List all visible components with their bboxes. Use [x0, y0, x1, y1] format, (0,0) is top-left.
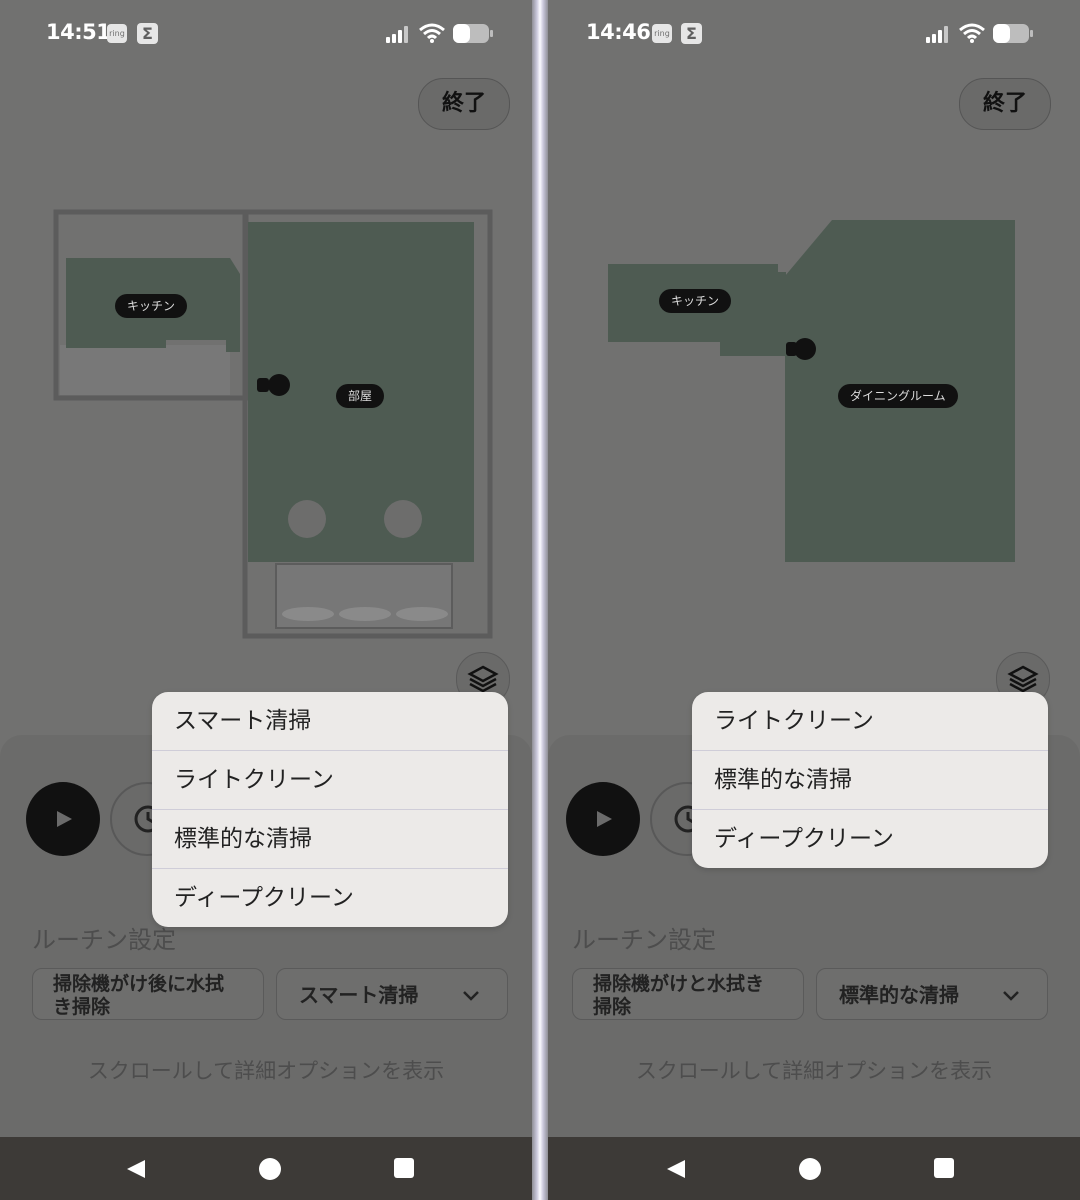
- dropdown-option-light[interactable]: ライトクリーン: [692, 692, 1048, 751]
- clean-mode-selector[interactable]: 掃除機がけと水拭き 掃除: [572, 968, 804, 1020]
- sigma-icon: Σ: [681, 23, 702, 44]
- routine-settings-title: ルーチン設定: [572, 926, 716, 954]
- navigation-bar: [0, 1137, 532, 1200]
- dropdown-option-smart[interactable]: スマート清掃: [152, 692, 508, 751]
- clean-mode-line-1: 掃除機がけ後に水拭: [53, 973, 225, 995]
- status-time: 14:51: [46, 20, 111, 44]
- dropdown-option-deep[interactable]: ディープクリーン: [692, 810, 1048, 868]
- scroll-hint: スクロールして詳細オプションを表示: [87, 1059, 445, 1083]
- chevron-down-icon: [1003, 991, 1019, 1001]
- intensity-select[interactable]: 標準的な清掃: [816, 968, 1048, 1020]
- clean-mode-selector[interactable]: 掃除機がけ後に水拭 き掃除: [32, 968, 264, 1020]
- chevron-down-icon: [463, 991, 479, 1001]
- image-divider: [532, 0, 548, 1200]
- battery-icon: [993, 24, 1033, 43]
- floor-map[interactable]: [548, 190, 1080, 650]
- sigma-icon: Σ: [137, 23, 158, 44]
- nav-recents-icon[interactable]: [934, 1158, 954, 1178]
- signal-icon: [926, 26, 948, 43]
- status-bar: 14:51 ring Σ: [0, 0, 532, 66]
- clean-mode-line-1: 掃除機がけと水拭き: [593, 973, 765, 995]
- end-button[interactable]: 終了: [418, 78, 510, 130]
- status-time: 14:46: [586, 20, 651, 44]
- play-icon: [597, 811, 612, 827]
- scroll-hint: スクロールして詳細オプションを表示: [635, 1059, 993, 1083]
- routine-settings-title: ルーチン設定: [32, 926, 176, 954]
- dropdown-option-deep[interactable]: ディープクリーン: [152, 869, 508, 927]
- dropdown-option-light[interactable]: ライトクリーン: [152, 751, 508, 810]
- ring-icon: ring: [652, 24, 672, 43]
- play-button[interactable]: [26, 782, 100, 856]
- signal-icon: [386, 26, 408, 43]
- floor-map[interactable]: [0, 190, 532, 650]
- nav-back-icon[interactable]: [665, 1158, 687, 1180]
- intensity-select-value: スマート清掃: [299, 983, 419, 1007]
- robot-dock-icon: [268, 374, 290, 396]
- room-label-room[interactable]: 部屋: [336, 384, 385, 408]
- nav-home-icon[interactable]: [259, 1158, 281, 1180]
- play-icon: [57, 811, 72, 827]
- room-label-kitchen[interactable]: キッチン: [115, 294, 188, 318]
- room-label-kitchen[interactable]: キッチン: [659, 289, 732, 313]
- clean-mode-line-2: き掃除: [53, 996, 111, 1018]
- intensity-dropdown-menu: ライトクリーン 標準的な清掃 ディープクリーン: [692, 692, 1048, 868]
- nav-recents-icon[interactable]: [394, 1158, 414, 1178]
- robot-dock-icon: [794, 338, 816, 360]
- nav-home-icon[interactable]: [799, 1158, 821, 1180]
- battery-icon: [453, 24, 493, 43]
- phone-screen-right: 14:46 ring Σ 終了 キッチン ダイニングルーム ルーチン設定 掃除機…: [548, 0, 1080, 1200]
- play-button[interactable]: [566, 782, 640, 856]
- dropdown-option-standard[interactable]: 標準的な清掃: [692, 751, 1048, 810]
- status-bar: 14:46 ring Σ: [548, 0, 1080, 66]
- wifi-icon: [959, 23, 985, 43]
- intensity-select[interactable]: スマート清掃: [276, 968, 508, 1020]
- wifi-icon: [419, 23, 445, 43]
- end-button[interactable]: 終了: [959, 78, 1051, 130]
- dropdown-option-standard[interactable]: 標準的な清掃: [152, 810, 508, 869]
- intensity-dropdown-menu: スマート清掃 ライトクリーン 標準的な清掃 ディープクリーン: [152, 692, 508, 927]
- intensity-select-value: 標準的な清掃: [839, 983, 959, 1007]
- ring-icon: ring: [107, 24, 127, 43]
- nav-back-icon[interactable]: [125, 1158, 147, 1180]
- room-label-dining-room[interactable]: ダイニングルーム: [838, 384, 958, 408]
- navigation-bar: [548, 1137, 1080, 1200]
- phone-screen-left: 14:51 ring Σ 終了 キッチン 部屋 ルーチン設定 掃除機がけ後に水拭…: [0, 0, 532, 1200]
- clean-mode-line-2: 掃除: [593, 996, 632, 1018]
